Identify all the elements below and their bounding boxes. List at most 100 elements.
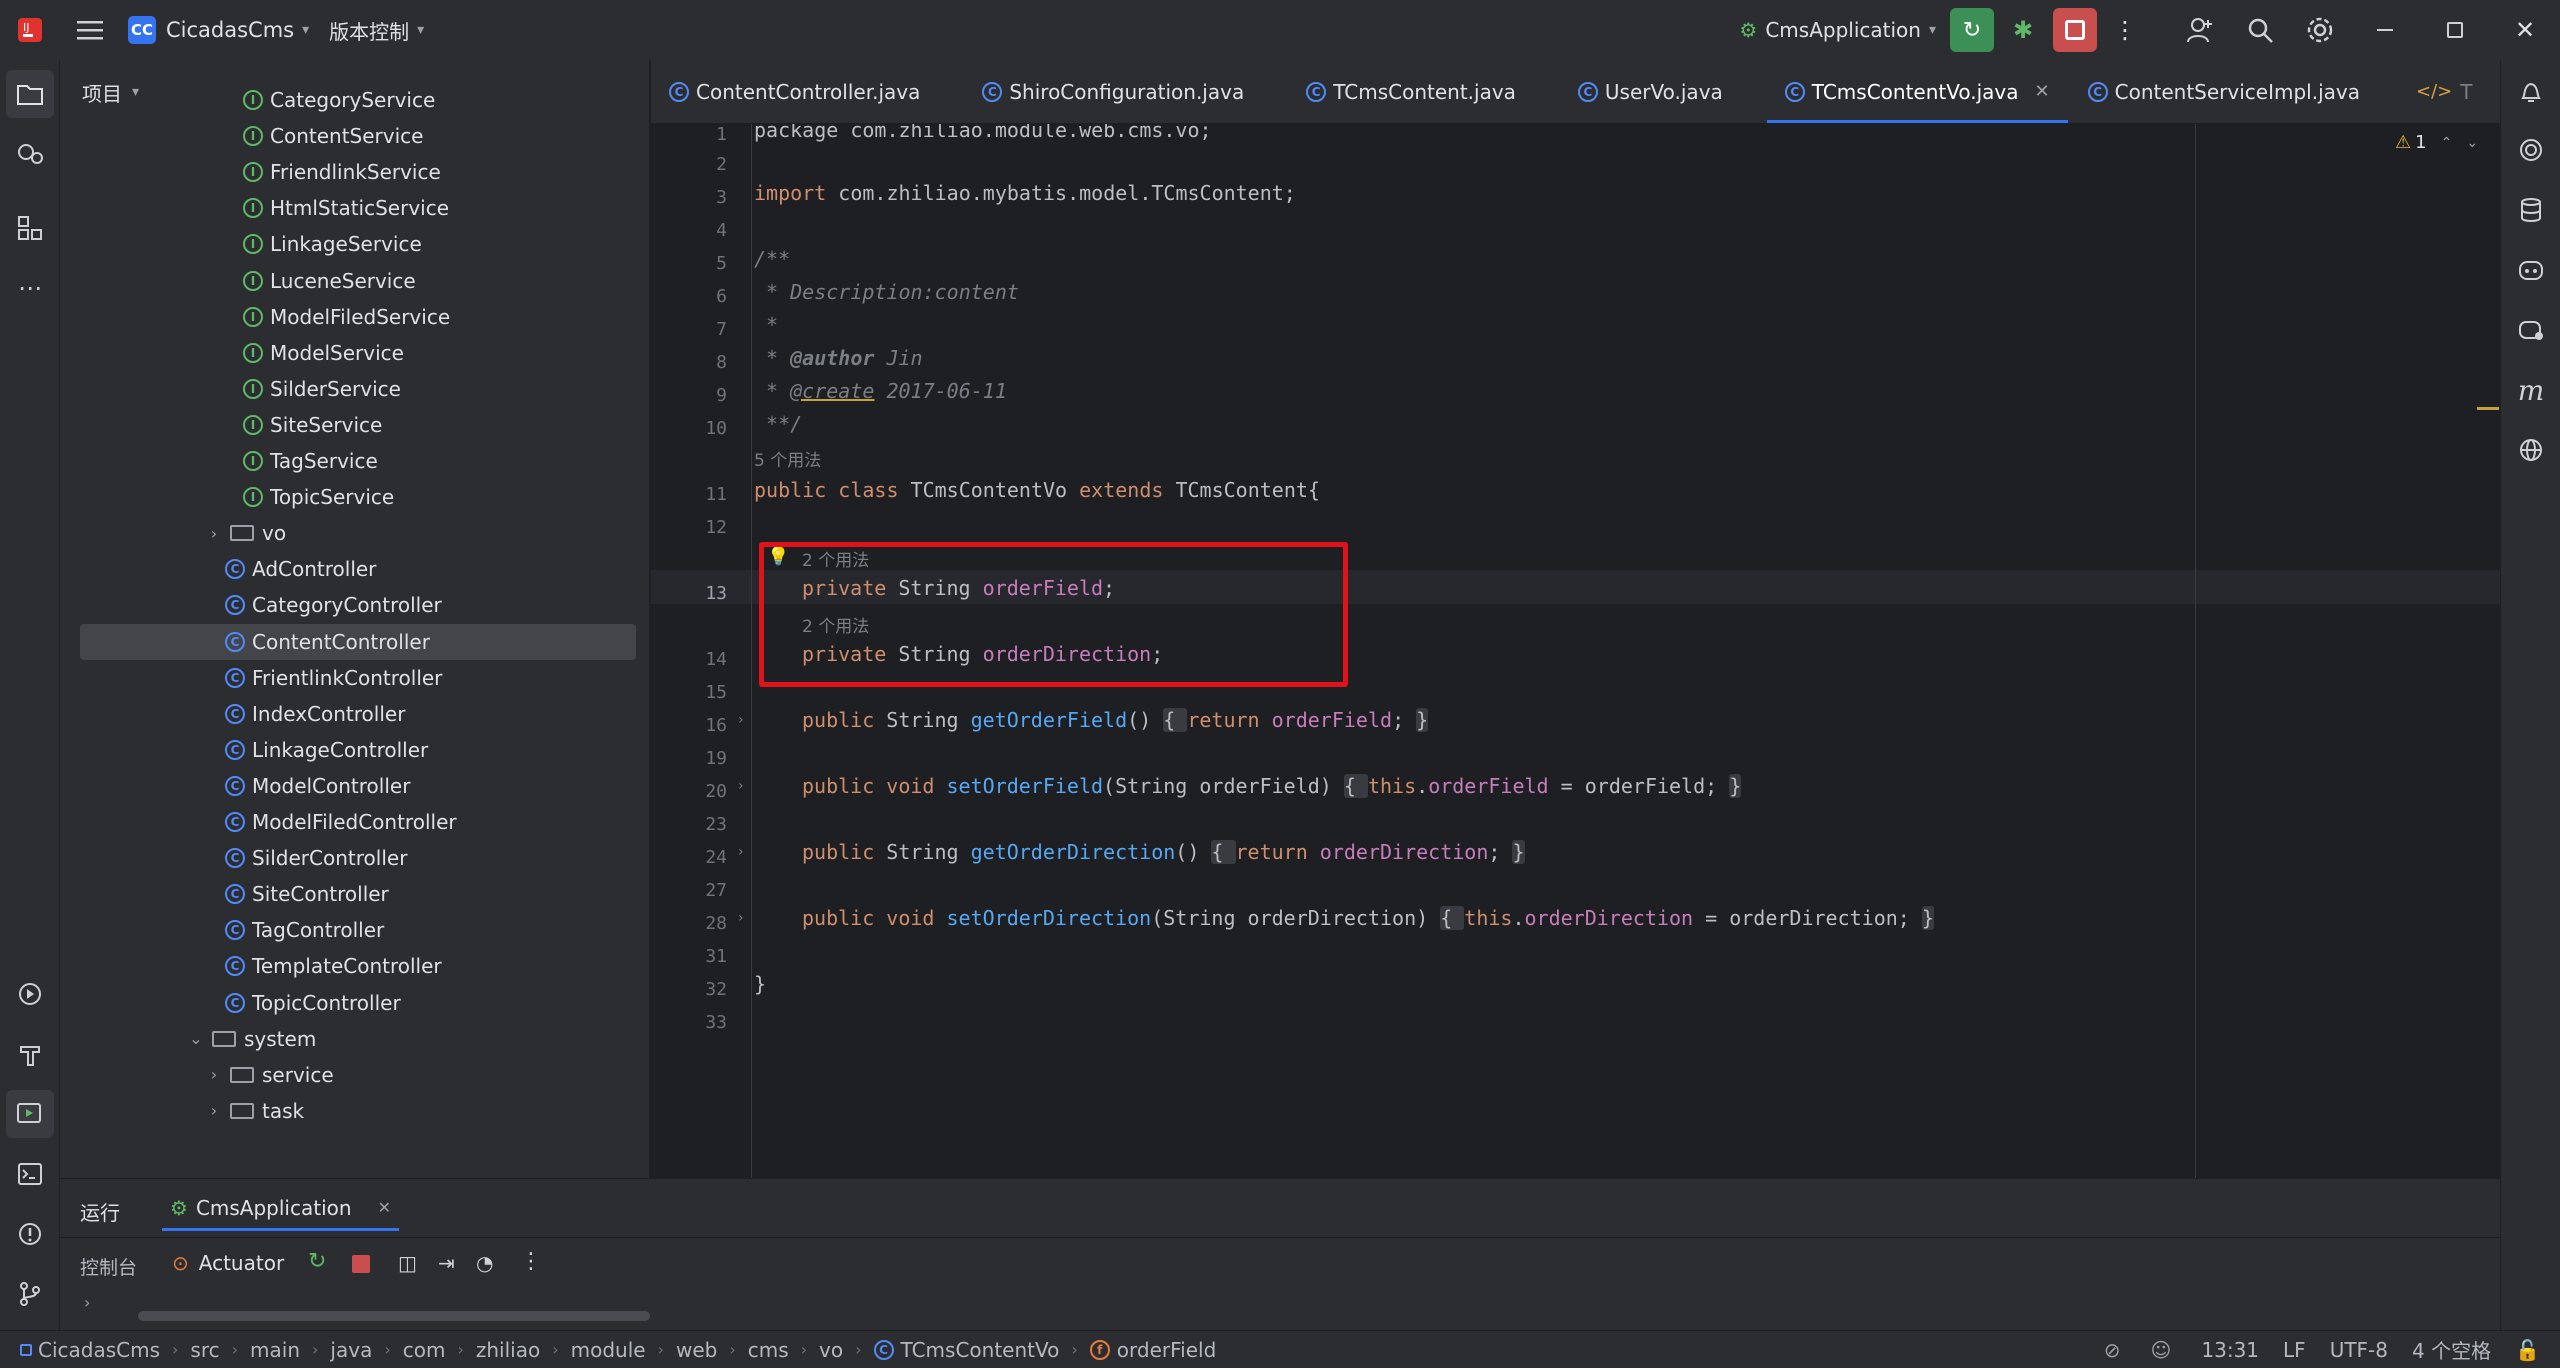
tree-item[interactable]: C SilderController <box>60 840 407 876</box>
run-tool-icon[interactable] <box>6 1090 54 1138</box>
stop-icon[interactable] <box>352 1255 370 1273</box>
tree-item[interactable]: I FriendlinkService <box>60 154 441 190</box>
add-user-icon[interactable] <box>2170 0 2230 60</box>
tree-item[interactable]: C FrientlinkController <box>60 660 442 696</box>
breadcrumb-item[interactable]: C TCmsContentVo <box>873 1338 1059 1362</box>
tab-list-chevron-icon[interactable]: ▾ <box>2490 60 2500 123</box>
tree-item[interactable]: › task <box>60 1093 304 1129</box>
close-tab-icon[interactable]: ✕ <box>2035 81 2050 102</box>
chevron-up-icon[interactable]: ⌃ <box>2441 135 2453 151</box>
tree-item[interactable]: ⌄ system <box>60 1021 316 1057</box>
inspection-widget[interactable]: ⚠ 1 ⌃ ⌄ <box>2395 132 2478 153</box>
more-actions-icon[interactable]: ⋮ <box>2100 0 2150 60</box>
breadcrumb-item[interactable]: vo <box>819 1338 843 1362</box>
tab-tcmscontentvo[interactable]: C TCmsContentVo.java ✕ <box>1766 60 2068 123</box>
breadcrumb-item[interactable]: web <box>676 1338 717 1362</box>
close-window-icon[interactable]: ✕ <box>2490 0 2560 60</box>
rerun-icon[interactable]: ↻ <box>308 1249 326 1274</box>
debug-button[interactable]: ✱ <box>1996 0 2050 60</box>
no-inspections-eye-icon[interactable]: ⊘ <box>2104 1338 2121 1362</box>
settings-gear-icon[interactable] <box>2290 0 2350 60</box>
breadcrumb-item[interactable]: java <box>330 1338 372 1362</box>
tab-uservo[interactable]: C UserVo.java <box>1560 60 1741 123</box>
rerun-button[interactable]: ↻ <box>1948 0 1996 60</box>
tree-item[interactable]: C LinkageController <box>60 732 428 768</box>
tree-item[interactable]: I HtmlStaticService <box>60 190 449 226</box>
tab-tcmscontent[interactable]: C TCmsContent.java <box>1288 60 1534 123</box>
search-icon[interactable] <box>2230 0 2290 60</box>
expand-arrow-icon[interactable]: › <box>84 1293 90 1312</box>
camera-icon[interactable]: ◫ <box>398 1251 417 1275</box>
fold-arrow-icon[interactable]: › <box>738 844 744 860</box>
endpoints-globe-icon[interactable] <box>2501 426 2560 474</box>
copilot-chat-icon[interactable] <box>2501 306 2560 354</box>
tree-item[interactable]: I TopicService <box>60 479 394 515</box>
tree-item[interactable]: I ContentService <box>60 118 423 154</box>
fold-arrow-icon[interactable]: › <box>738 778 744 794</box>
breadcrumb-item[interactable]: zhiliao <box>476 1338 540 1362</box>
git-branch-icon[interactable] <box>0 1270 60 1318</box>
tree-item[interactable]: C ContentController <box>80 623 636 660</box>
tree-item[interactable]: C AdController <box>60 551 376 587</box>
tree-item[interactable]: C TemplateController <box>60 948 442 984</box>
usages-hint[interactable]: 5 个用法 <box>754 446 821 471</box>
tree-item[interactable]: C ModelController <box>60 768 410 804</box>
tree-item[interactable]: C TagController <box>60 912 384 948</box>
structure-icon[interactable] <box>0 204 60 252</box>
tab-contentcontroller[interactable]: C ContentController.java <box>651 60 938 123</box>
tree-item[interactable]: I SilderService <box>60 371 401 407</box>
minimize-window-icon[interactable] <box>2350 0 2420 60</box>
tree-item[interactable]: C TopicController <box>60 985 401 1021</box>
main-menu-icon[interactable] <box>60 0 120 60</box>
terminal-icon[interactable] <box>0 1150 60 1198</box>
chevron-down-icon[interactable]: ⌄ <box>2466 135 2478 151</box>
commit-icon[interactable] <box>0 128 60 176</box>
stop-button[interactable] <box>2050 0 2100 60</box>
chevron-right-icon[interactable]: › <box>204 1101 224 1120</box>
run-tab-cmsapplication[interactable]: ⚙ CmsApplication ✕ <box>162 1187 399 1231</box>
read-only-lock-icon[interactable]: 🔓 <box>2515 1338 2540 1362</box>
cursor-position[interactable]: 13:31 <box>2201 1338 2259 1362</box>
tree-item[interactable]: C CategoryController <box>60 587 442 623</box>
tree-item[interactable]: I LinkageService <box>60 226 422 262</box>
breadcrumb-item[interactable]: cms <box>748 1338 789 1362</box>
project-folder-icon[interactable] <box>6 70 54 118</box>
tree-item[interactable]: I CategoryService <box>60 82 435 118</box>
copilot-icon[interactable] <box>2501 246 2560 294</box>
file-encoding[interactable]: UTF-8 <box>2330 1338 2388 1362</box>
database-icon[interactable] <box>2501 186 2560 234</box>
console-tab[interactable]: 控制台 <box>80 1253 137 1280</box>
tree-item[interactable]: C SiteController <box>60 876 389 912</box>
close-tab-icon[interactable]: ✕ <box>378 1198 391 1217</box>
problems-icon[interactable] <box>0 1210 60 1258</box>
tree-item[interactable]: I SiteService <box>60 407 382 443</box>
project-switcher[interactable]: CC CicadasCms ▾ <box>120 0 319 60</box>
indent-setting[interactable]: 4 个空格 <box>2412 1335 2491 1364</box>
build-hammer-icon[interactable] <box>0 1030 60 1078</box>
more-actions-icon[interactable]: ⋮ <box>520 1249 542 1274</box>
restore-window-icon[interactable] <box>2420 0 2490 60</box>
tree-item[interactable]: C ModelFiledController <box>60 804 457 840</box>
notifications-bell-icon[interactable] <box>2501 68 2560 116</box>
run-config-selector[interactable]: ⚙ CmsApplication ▾ <box>1727 0 1948 60</box>
breadcrumb-item[interactable]: module <box>571 1338 646 1362</box>
tab-overflow-partial[interactable]: </> T <box>2398 60 2490 123</box>
warning-stripe-marker[interactable] <box>2477 407 2499 410</box>
actuator-tab[interactable]: ⊙ Actuator <box>172 1251 284 1275</box>
breadcrumb-item[interactable]: src <box>190 1338 219 1362</box>
fold-arrow-icon[interactable]: › <box>738 712 744 728</box>
tree-item[interactable]: › vo <box>60 515 286 551</box>
tab-contentserviceimpl[interactable]: C ContentServiceImpl.java <box>2070 60 2378 123</box>
gauge-icon[interactable]: ◔ <box>476 1251 493 1275</box>
maven-icon[interactable]: m <box>2501 366 2560 414</box>
chevron-right-icon[interactable]: › <box>204 524 224 543</box>
tree-item[interactable]: I TagService <box>60 443 378 479</box>
tree-item[interactable]: I ModelService <box>60 335 404 371</box>
breadcrumb-item[interactable]: f orderField <box>1089 1338 1216 1362</box>
line-separator[interactable]: LF <box>2283 1338 2306 1362</box>
breadcrumb-item[interactable]: CicadasCms <box>20 1338 160 1362</box>
chevron-right-icon[interactable]: › <box>204 1065 224 1084</box>
intellij-logo-icon[interactable]: IJ <box>0 0 60 60</box>
chevron-down-icon[interactable]: ⌄ <box>186 1029 206 1048</box>
ai-assistant-icon[interactable] <box>2501 126 2560 174</box>
